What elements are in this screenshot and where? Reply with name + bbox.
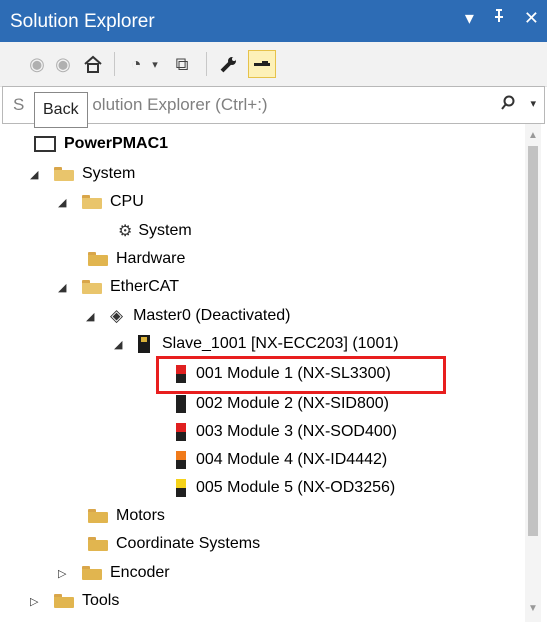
folder-icon [82, 566, 102, 580]
gear-file-icon: ⚙ [118, 223, 133, 240]
home-icon [84, 55, 102, 73]
folder-open-icon [82, 195, 102, 209]
module-icon [176, 423, 186, 441]
highlight-box [156, 356, 446, 394]
tree-item-label: 004 Module 4 (NX-ID4442) [196, 451, 388, 468]
tree-item-module-3[interactable]: 003 Module 3 (NX-SOD400) [176, 418, 397, 446]
tree-item-motors[interactable]: Motors [88, 502, 165, 530]
tree-item-module-4[interactable]: 004 Module 4 (NX-ID4442) [176, 446, 387, 474]
folder-icon [88, 252, 108, 266]
sync-button[interactable]: ⧉ [170, 50, 194, 78]
folder-open-icon [54, 167, 74, 181]
expand-arrow-icon[interactable]: ◢ [58, 281, 70, 294]
vertical-scrollbar[interactable]: ▲ ▼ [525, 124, 541, 622]
tree-item-label: PowerPMAC1 [64, 135, 169, 152]
tree-item-label: Coordinate Systems [116, 535, 261, 552]
tree-item-label: Tools [82, 592, 120, 609]
back-tooltip: Back [34, 92, 88, 128]
wrench-icon [220, 57, 236, 73]
folder-icon [88, 537, 108, 551]
toolbar-separator [114, 52, 115, 76]
tree-item-label: CPU [110, 193, 144, 210]
tree-item-encoder[interactable]: ▷ Encoder [58, 559, 170, 587]
history-dropdown-icon[interactable]: ▾ [148, 50, 162, 78]
panel-titlebar: Solution Explorer ▾ ✕ [0, 0, 547, 42]
scroll-down-icon[interactable]: ▼ [528, 603, 538, 614]
tree-item-ethercat[interactable]: ◢ EtherCAT [58, 273, 179, 301]
expand-arrow-icon[interactable]: ◢ [30, 168, 42, 181]
preview-button[interactable] [248, 50, 276, 78]
tree-item-label: EtherCAT [110, 278, 180, 295]
tree-item-label: System [138, 222, 192, 239]
tree-item-module-5[interactable]: 005 Module 5 (NX-OD3256) [176, 474, 395, 502]
tree-item-label: Encoder [110, 564, 170, 581]
tree-item-label: Hardware [116, 250, 186, 267]
scroll-thumb[interactable] [528, 146, 538, 536]
search-icon[interactable] [500, 95, 516, 116]
scroll-up-icon[interactable]: ▲ [528, 130, 538, 141]
tree-item-label: 002 Module 2 (NX-SID800) [196, 395, 389, 412]
slave-device-icon [138, 335, 150, 353]
expand-arrow-icon[interactable]: ◢ [114, 338, 126, 351]
preview-icon [254, 61, 270, 66]
tree-item-master0[interactable]: ◢ ◈ Master0 (Deactivated) [86, 302, 290, 330]
back-button[interactable]: ◉ [26, 50, 48, 78]
search-options-dropdown-icon[interactable]: ▾ [530, 97, 536, 110]
title-controls: ▾ ✕ [465, 8, 539, 29]
tree-item-system[interactable]: ◢ System [30, 160, 135, 188]
properties-button[interactable] [216, 50, 242, 78]
tree-item-cpu[interactable]: ◢ CPU [58, 188, 144, 216]
tree-item-tools[interactable]: ▷ Tools [30, 587, 119, 615]
folder-icon [54, 594, 74, 608]
close-icon[interactable]: ✕ [524, 8, 539, 29]
expand-arrow-icon[interactable]: ▷ [30, 595, 42, 608]
tree-item-label: 003 Module 3 (NX-SOD400) [196, 423, 397, 440]
folder-open-icon [82, 280, 102, 294]
module-icon [176, 451, 186, 469]
dropdown-icon[interactable]: ▾ [465, 8, 474, 29]
tree-item-hardware[interactable]: Hardware [88, 245, 185, 273]
tree-item-label: Motors [116, 507, 165, 524]
tree-item-slave-1001[interactable]: ◢ Slave_1001 [NX-ECC203] (1001) [114, 330, 399, 358]
tree-item-label: 005 Module 5 (NX-OD3256) [196, 479, 396, 496]
tree-item-label: Master0 (Deactivated) [133, 307, 291, 324]
tree-item-module-2[interactable]: 002 Module 2 (NX-SID800) [176, 390, 389, 418]
forward-button[interactable]: ◉ [52, 50, 74, 78]
expand-arrow-icon[interactable]: ▷ [58, 567, 70, 580]
tree-item-cpu-system[interactable]: ⚙ System [118, 217, 192, 245]
tree-item-coordinate-systems[interactable]: Coordinate Systems [88, 530, 260, 558]
project-icon [34, 136, 56, 152]
pin-icon[interactable] [492, 8, 506, 29]
folder-icon [88, 509, 108, 523]
module-icon [176, 395, 186, 413]
toolbar: ◉ ◉ ◔ ▾ ⧉ [0, 42, 547, 87]
history-button[interactable]: ◔ [124, 50, 148, 78]
expand-arrow-icon[interactable]: ◢ [58, 196, 70, 209]
expand-arrow-icon[interactable]: ◢ [86, 310, 98, 323]
tree-item-label: Slave_1001 [NX-ECC203] (1001) [162, 335, 399, 352]
ethercat-master-icon: ◈ [110, 306, 124, 325]
tree-item-label: System [82, 165, 136, 182]
module-icon [176, 479, 186, 497]
home-button[interactable] [80, 50, 106, 78]
panel-title: Solution Explorer [10, 11, 155, 32]
tree-item-root[interactable]: PowerPMAC1 [34, 130, 168, 158]
toolbar-separator [206, 52, 207, 76]
